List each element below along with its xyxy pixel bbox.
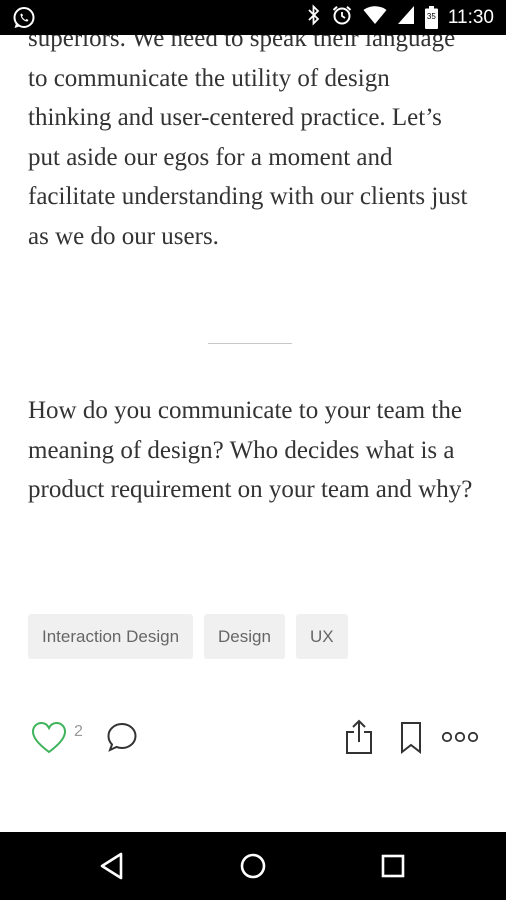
like-count[interactable]: 2	[74, 723, 83, 741]
tag-list: Interaction Design Design UX	[28, 614, 348, 659]
back-icon[interactable]	[92, 848, 132, 884]
wifi-icon	[363, 5, 387, 30]
navigation-bar	[0, 832, 506, 900]
bookmark-icon[interactable]	[396, 719, 426, 757]
signal-icon	[397, 5, 415, 30]
tag-design[interactable]: Design	[204, 614, 285, 659]
whatsapp-icon	[12, 6, 36, 35]
heart-icon[interactable]	[30, 719, 68, 757]
status-bar: 35 11:30	[0, 0, 506, 35]
alarm-icon	[331, 4, 353, 31]
share-icon[interactable]	[342, 717, 376, 757]
more-icon[interactable]	[440, 727, 480, 747]
bluetooth-icon	[307, 4, 321, 31]
section-divider	[208, 343, 292, 344]
tag-ux[interactable]: UX	[295, 614, 348, 659]
home-icon[interactable]	[233, 847, 273, 885]
battery-level: 35	[426, 12, 436, 21]
recents-icon[interactable]	[373, 847, 413, 885]
battery-icon: 35	[424, 6, 438, 29]
comment-icon[interactable]	[104, 719, 140, 755]
article-paragraph-question: How do you communicate to your team the …	[28, 397, 473, 503]
status-time: 11:30	[447, 6, 494, 28]
article-paragraph: superiors. We need to speak their langua…	[28, 35, 468, 250]
post-action-bar: 2	[0, 717, 506, 759]
article-content: superiors. We need to speak their langua…	[0, 35, 506, 832]
tag-interaction-design[interactable]: Interaction Design	[28, 614, 194, 659]
